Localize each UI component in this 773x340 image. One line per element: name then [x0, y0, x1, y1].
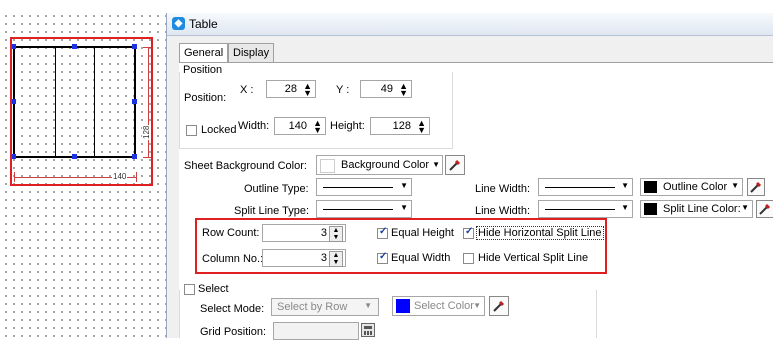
background-eyedropper-icon[interactable] [445, 155, 465, 175]
chevron-down-icon: ▼ [621, 181, 629, 190]
sheet-background-color-label: Sheet Background Color: [184, 160, 307, 172]
y-field[interactable]: 49 ▲ ▼ [360, 80, 412, 98]
outline-eyedropper-icon[interactable] [747, 178, 765, 196]
outline-color-button-label: Outline Color [663, 181, 728, 193]
x-value: 28 [284, 83, 297, 95]
select-mode-value: Select by Row [277, 301, 348, 313]
select-eyedropper-icon[interactable] [489, 296, 509, 316]
chevron-down-icon: ▼ [432, 160, 440, 169]
select-color-swatch [396, 299, 410, 313]
position-label: Position: [184, 92, 227, 104]
y-label: Y : [336, 84, 350, 96]
width-label: Width: [238, 120, 270, 132]
title-bar[interactable]: ◆ Table [167, 13, 773, 36]
outline-type-label: Outline Type: [244, 183, 309, 195]
outline-line-width-label: Line Width: [475, 183, 531, 195]
width-spin-down-icon[interactable]: ▼ [313, 125, 322, 135]
highlight-box-rows-columns [195, 218, 607, 274]
outline-line-width-dropdown[interactable]: ▼ [538, 178, 633, 196]
y-spin-down-icon[interactable]: ▼ [399, 88, 408, 98]
select-color-dropdown[interactable]: Select Color ▼ [392, 296, 485, 316]
locked-label: Locked [201, 124, 237, 136]
locked-checkbox[interactable] [186, 125, 197, 136]
split-line-width-dropdown[interactable]: ▼ [538, 200, 633, 218]
background-color-swatch [320, 159, 335, 173]
height-spin-down-icon[interactable]: ▼ [417, 125, 426, 135]
select-mode-dropdown[interactable]: Select by Row ▼ [271, 298, 379, 316]
tab-display[interactable]: Display [228, 43, 275, 62]
y-value: 49 [380, 83, 393, 95]
x-label: X : [240, 84, 254, 96]
chevron-down-icon: ▼ [621, 203, 629, 212]
select-mode-label: Select Mode: [200, 303, 265, 315]
window-title: Table [189, 17, 218, 31]
outline-color-swatch [644, 181, 657, 193]
split-line-type-dropdown[interactable]: ▼ [316, 200, 412, 218]
chevron-down-icon: ▼ [741, 203, 749, 212]
chevron-down-icon: ▼ [400, 203, 408, 212]
background-color-dropdown[interactable]: Background Color ▼ [316, 155, 443, 175]
chevron-down-icon: ▼ [400, 181, 408, 190]
split-line-color-dropdown[interactable]: Split Line Color: ▼ [640, 200, 753, 218]
cropped-top-text [0, 0, 773, 10]
app-icon: ◆ [172, 17, 185, 30]
outline-type-dropdown[interactable]: ▼ [316, 178, 412, 196]
height-label: Height: [330, 120, 365, 132]
outline-color-dropdown[interactable]: Outline Color ▼ [640, 178, 743, 196]
width-value: 140 [288, 120, 307, 132]
split-line-color-button-label: Split Line Color: [663, 203, 741, 215]
highlight-box-preview [10, 37, 153, 186]
background-color-button-label: Background Color [341, 159, 430, 171]
split-line-color-swatch [644, 203, 657, 215]
split-line-type-label: Split Line Type: [234, 205, 310, 217]
height-value: 128 [392, 120, 411, 132]
chevron-down-icon: ▼ [364, 301, 372, 310]
width-field[interactable]: 140 ▲ ▼ [274, 117, 326, 135]
calculator-icon[interactable] [361, 323, 375, 337]
grid-position-field[interactable] [273, 322, 359, 340]
split-line-eyedropper-icon[interactable] [756, 200, 773, 218]
height-field[interactable]: 128 ▲ ▼ [370, 117, 430, 135]
select-color-button-label: Select Color [414, 300, 474, 312]
chevron-down-icon: ▼ [731, 181, 739, 190]
tab-general[interactable]: General [179, 43, 229, 63]
x-field[interactable]: 28 ▲ ▼ [266, 80, 316, 98]
grid-position-label: Grid Position: [200, 326, 267, 338]
x-spin-down-icon[interactable]: ▼ [303, 88, 312, 98]
chevron-down-icon: ▼ [473, 301, 481, 310]
split-line-width-label: Line Width: [475, 205, 531, 217]
